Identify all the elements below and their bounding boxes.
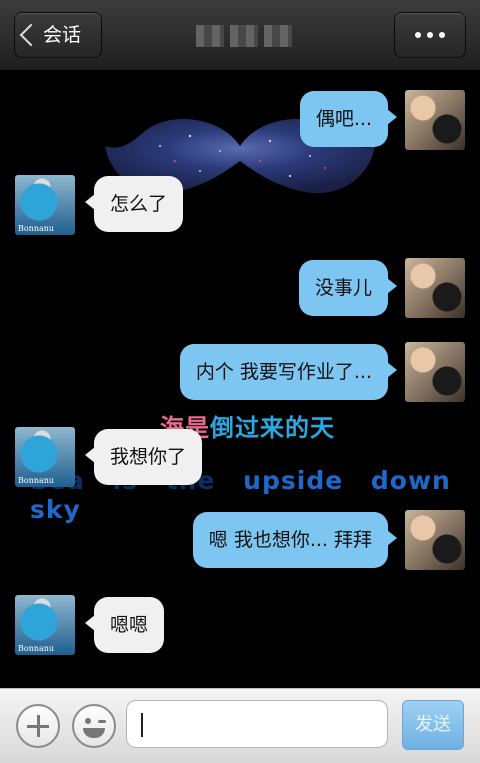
message-text-input[interactable] — [126, 700, 388, 748]
chat-message-area[interactable]: 海是倒过来的天 Sea is the upside down sky 偶吧...… — [0, 71, 480, 688]
more-dots-icon — [415, 32, 421, 38]
message-bubble-sent[interactable]: 嗯 我也想你... 拜拜 — [192, 512, 398, 568]
avatar-watermark-text: Bonnanu — [18, 644, 55, 653]
emoji-icon[interactable] — [72, 704, 116, 748]
contact-name-title-blurred — [196, 25, 292, 47]
navigation-bar: 会话 — [0, 0, 480, 71]
message-bubble-sent[interactable]: 内个 我要写作业了... — [179, 344, 398, 400]
plus-icon[interactable] — [16, 704, 60, 748]
message-bubble-received[interactable]: 怎么了 — [84, 176, 184, 232]
lyric-en-down: down — [370, 466, 451, 495]
send-button[interactable]: 发送 — [402, 700, 464, 750]
message-bubble-sent[interactable]: 偶吧... — [299, 91, 398, 147]
message-bubble-sent[interactable]: 没事儿 — [298, 260, 398, 316]
my-avatar[interactable] — [405, 258, 465, 318]
my-avatar[interactable] — [405, 90, 465, 150]
text-cursor — [141, 713, 143, 737]
avatar-watermark-text: Bonnanu — [18, 476, 55, 485]
contact-avatar[interactable]: Bonnanu — [15, 595, 75, 655]
message-input-bar: 发送 — [0, 688, 480, 763]
message-bubble-received[interactable]: 嗯嗯 — [84, 597, 165, 653]
contact-avatar[interactable]: Bonnanu — [15, 427, 75, 487]
my-avatar[interactable] — [405, 342, 465, 402]
lyric-en-upside: upside — [243, 466, 344, 495]
my-avatar[interactable] — [405, 510, 465, 570]
lyric-cn-part2: 倒过来的天 — [210, 414, 335, 442]
avatar-watermark-text: Bonnanu — [18, 224, 55, 233]
chevron-left-icon — [19, 23, 43, 47]
back-to-conversations-button[interactable]: 会话 — [14, 12, 102, 58]
more-options-button[interactable] — [394, 12, 466, 58]
contact-avatar[interactable]: Bonnanu — [15, 175, 75, 235]
back-button-label: 会话 — [43, 24, 82, 46]
lyric-en-sky: sky — [30, 495, 81, 524]
message-bubble-received[interactable]: 我想你了 — [84, 429, 203, 485]
